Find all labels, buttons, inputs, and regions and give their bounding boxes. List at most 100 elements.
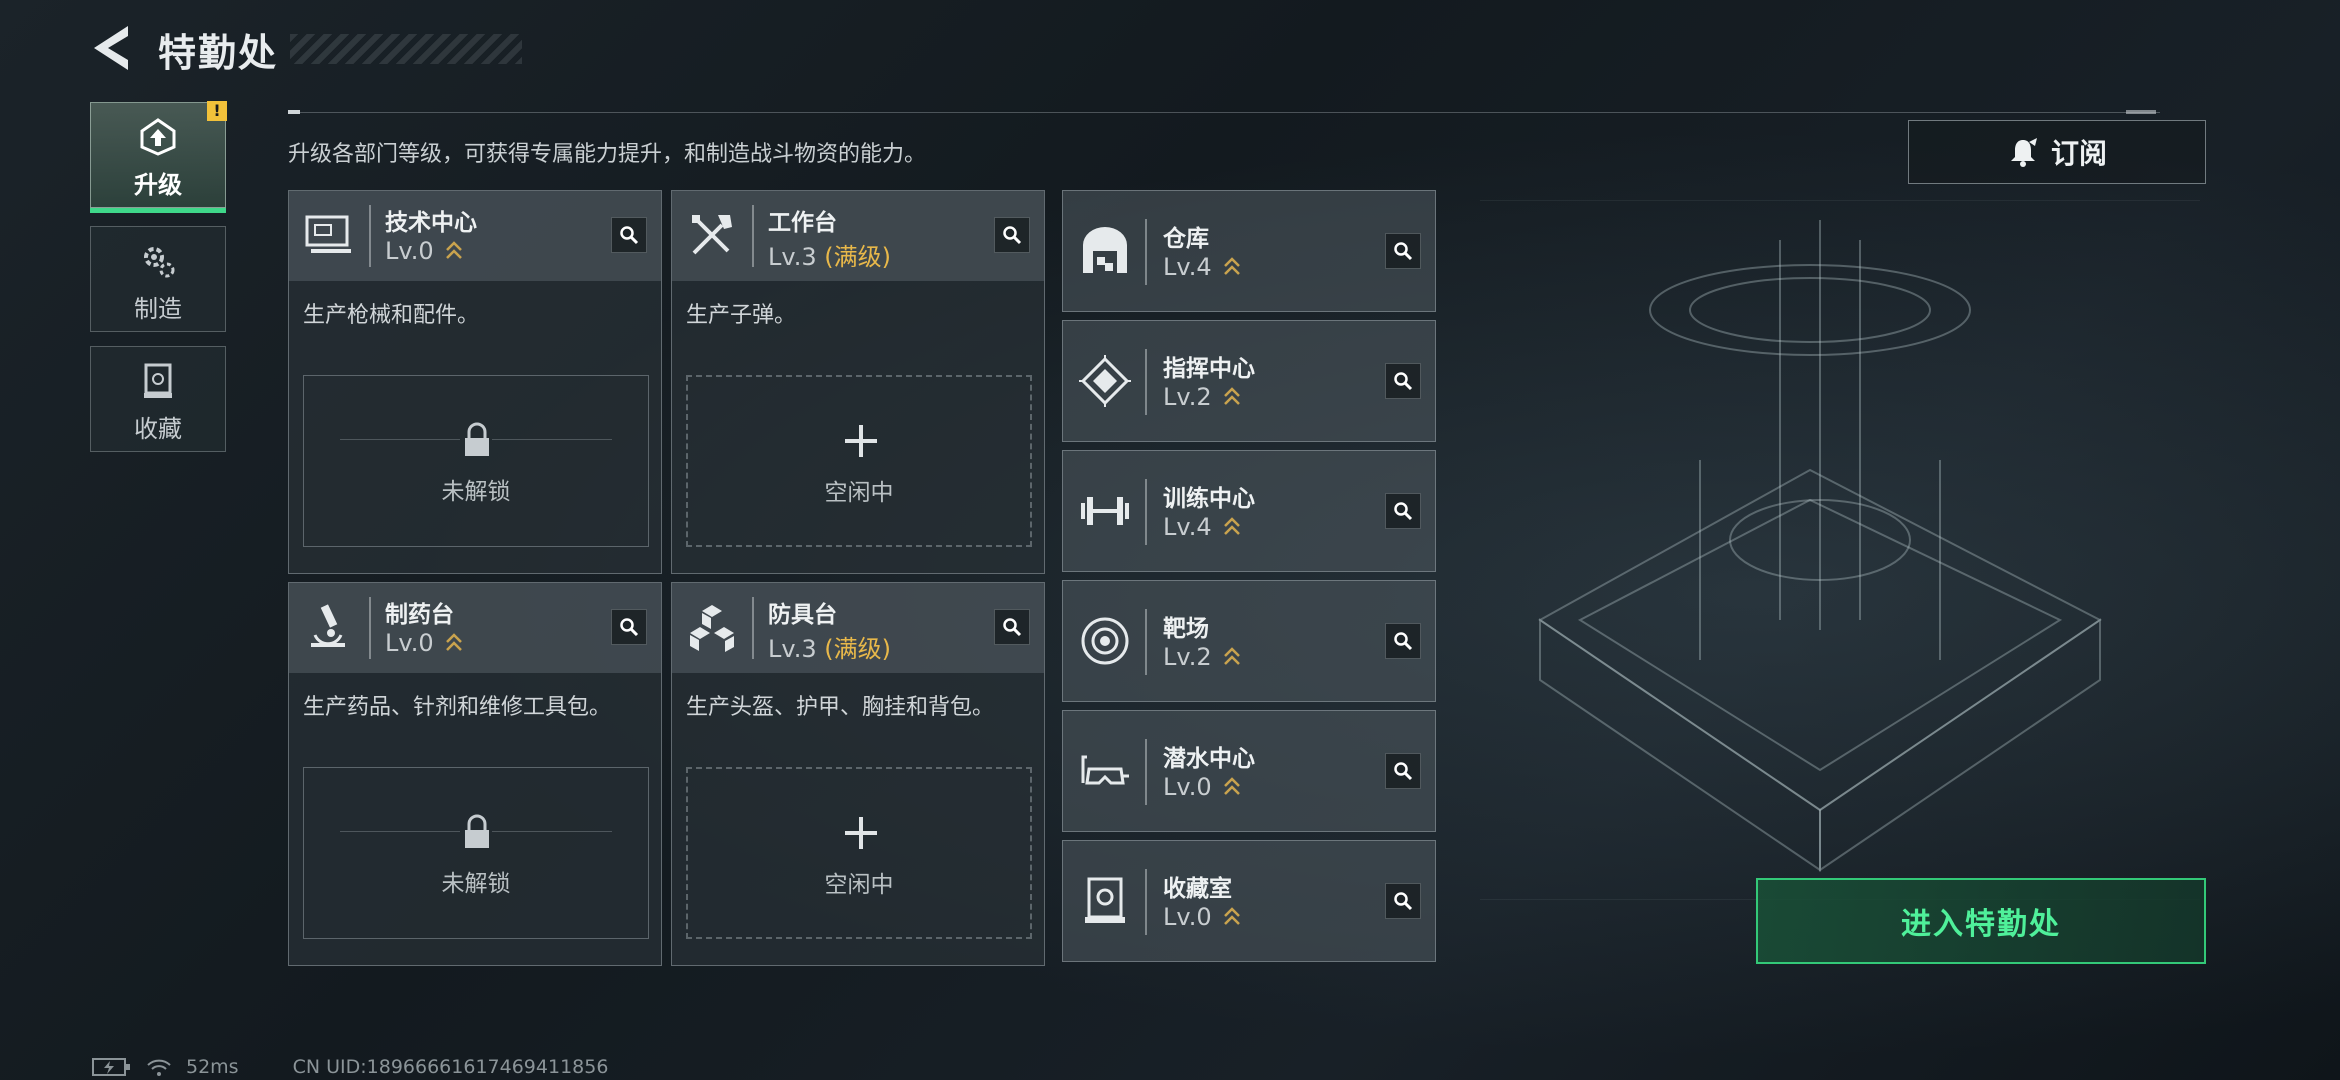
search-icon	[620, 618, 639, 637]
separator	[1145, 479, 1147, 545]
display-case-icon	[1085, 877, 1125, 923]
inspect-button[interactable]	[611, 217, 647, 253]
department-card-command-center[interactable]: 指挥中心 Lv.2	[1062, 320, 1436, 442]
department-level: Lv.0	[385, 237, 463, 265]
upgrade-chevron-icon	[1224, 777, 1241, 795]
inspect-button[interactable]	[1385, 233, 1421, 269]
department-level: Lv.2	[1163, 643, 1241, 671]
department-card-pharmacy[interactable]: 制药台 Lv.0 生产药品、针剂和维修工具包。 未解锁	[288, 582, 662, 966]
department-level: Lv.4	[1163, 253, 1241, 281]
inspect-button[interactable]	[611, 609, 647, 645]
dumbbell-icon	[1081, 497, 1129, 525]
department-card-warehouse[interactable]: 仓库 Lv.4	[1062, 190, 1436, 312]
department-name: 指挥中心	[1163, 356, 1255, 382]
separator	[1145, 869, 1147, 935]
title-decoration	[290, 34, 522, 64]
plus-icon	[845, 817, 877, 849]
slot-line	[492, 831, 612, 832]
diving-mask-icon	[1081, 755, 1129, 785]
back-button[interactable]	[88, 22, 136, 74]
inspect-button[interactable]	[1385, 883, 1421, 919]
department-name: 潜水中心	[1163, 746, 1255, 772]
intro-text: 升级各部门等级，可获得专属能力提升，和制造战斗物资的能力。	[288, 142, 927, 167]
upgrade-chevron-icon	[1224, 907, 1241, 925]
subscribe-button[interactable]: 订阅	[1908, 120, 2206, 184]
department-name: 工作台	[768, 210, 837, 236]
inspect-button[interactable]	[1385, 753, 1421, 789]
search-icon	[620, 226, 639, 245]
tab-collection[interactable]: 收藏	[90, 346, 226, 452]
search-icon	[1394, 892, 1413, 911]
separator	[369, 597, 371, 659]
slot-line	[492, 439, 612, 440]
enter-button-label: 进入特勤处	[1901, 907, 2061, 942]
department-level: Lv.0	[1163, 773, 1241, 801]
tools-icon	[692, 215, 732, 255]
base-hologram-image	[1480, 200, 2200, 900]
target-icon	[1081, 617, 1129, 665]
department-name: 训练中心	[1163, 486, 1255, 512]
separator	[1145, 609, 1147, 675]
cubes-icon	[690, 605, 734, 652]
inspect-button[interactable]	[1385, 493, 1421, 529]
plus-icon	[845, 425, 877, 457]
tab-label: 制造	[134, 295, 182, 323]
upgrade-icon	[140, 118, 176, 156]
slot-line	[340, 831, 460, 832]
department-description: 生产子弹。	[686, 303, 797, 328]
separator	[752, 597, 754, 659]
department-name: 技术中心	[385, 210, 477, 236]
department-card-training-center[interactable]: 训练中心 Lv.4	[1062, 450, 1436, 572]
department-level: Lv.4	[1163, 513, 1241, 541]
department-description: 生产头盔、护甲、胸挂和背包。	[686, 695, 995, 720]
back-arrow-icon	[94, 26, 128, 70]
search-icon	[1394, 762, 1413, 781]
production-slot[interactable]: 空闲中	[686, 767, 1032, 939]
inspect-button[interactable]	[1385, 363, 1421, 399]
inspect-button[interactable]	[994, 609, 1030, 645]
ping-text: 52ms	[186, 1056, 239, 1078]
tab-upgrade[interactable]: ! 升级	[90, 101, 227, 213]
enter-special-ops-button[interactable]: 进入特勤处	[1756, 878, 2206, 964]
production-slot[interactable]: 未解锁	[303, 375, 649, 547]
divider-mark	[288, 110, 300, 114]
uid-text: CN UID:18966661617469411856	[292, 1056, 609, 1078]
divider-mark	[2126, 110, 2156, 114]
separator	[1145, 219, 1147, 285]
department-card-workbench[interactable]: 工作台 Lv.3 (满级) 生产子弹。 空闲中	[671, 190, 1045, 574]
upgrade-chevron-icon	[446, 241, 463, 259]
gear-icon	[144, 247, 175, 278]
upgrade-chevron-icon	[1224, 517, 1241, 535]
alert-badge: !	[207, 101, 227, 121]
microscope-icon	[311, 604, 345, 647]
page-title: 特勤处	[158, 31, 279, 75]
department-level: Lv.0	[385, 629, 463, 657]
lock-icon	[465, 422, 489, 456]
search-icon	[1394, 372, 1413, 391]
separator	[752, 205, 754, 267]
department-level: Lv.2	[1163, 383, 1241, 411]
department-card-tech-center[interactable]: 技术中心 Lv.0 生产枪械和配件。 未解锁	[288, 190, 662, 574]
department-name: 防具台	[768, 602, 837, 628]
production-slot[interactable]: 空闲中	[686, 375, 1032, 547]
department-card-armor-bench[interactable]: 防具台 Lv.3 (满级) 生产头盔、护甲、胸挂和背包。 空闲中	[671, 582, 1045, 966]
production-slot[interactable]: 未解锁	[303, 767, 649, 939]
search-icon	[1003, 226, 1022, 245]
department-card-diving-center[interactable]: 潜水中心 Lv.0	[1062, 710, 1436, 832]
department-level: Lv.0	[1163, 903, 1241, 931]
inspect-button[interactable]	[1385, 623, 1421, 659]
slot-status: 未解锁	[441, 479, 511, 505]
department-card-shooting-range[interactable]: 靶场 Lv.2	[1062, 580, 1436, 702]
tab-label: 收藏	[134, 415, 182, 443]
department-description: 生产枪械和配件。	[303, 303, 480, 328]
status-bar: 52ms CN UID:18966661617469411856	[92, 1056, 608, 1078]
search-icon	[1394, 242, 1413, 261]
department-name: 制药台	[385, 602, 454, 628]
warehouse-icon	[1083, 227, 1127, 273]
search-icon	[1394, 632, 1413, 651]
inspect-button[interactable]	[994, 217, 1030, 253]
slot-status: 空闲中	[824, 480, 894, 506]
department-card-collection-room[interactable]: 收藏室 Lv.0	[1062, 840, 1436, 962]
tab-craft[interactable]: 制造	[90, 226, 226, 332]
divider	[288, 112, 2160, 113]
